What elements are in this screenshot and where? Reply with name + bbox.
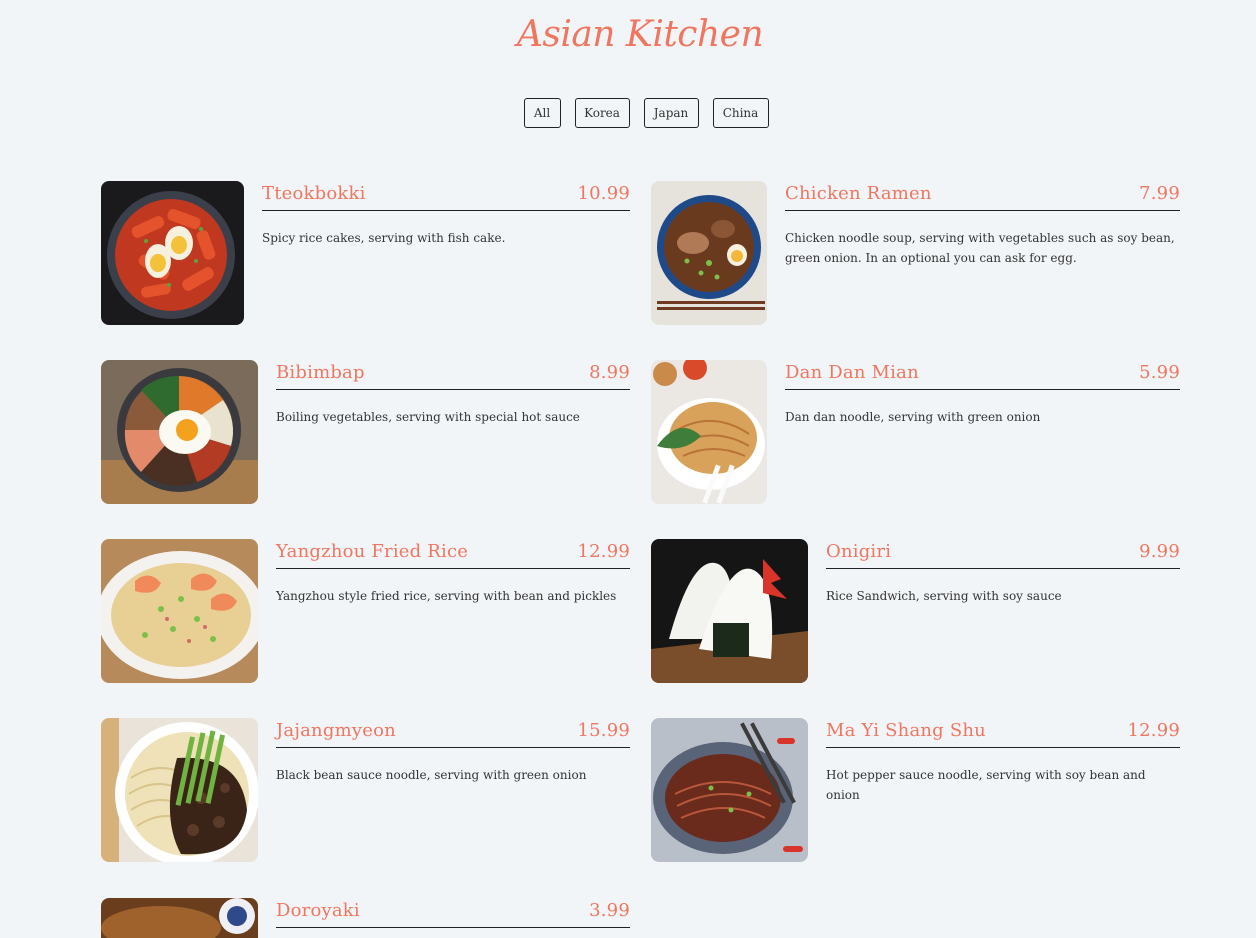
- item-description: Hot pepper sauce noodle, serving with so…: [826, 768, 1146, 802]
- item-price: 15.99: [577, 720, 630, 741]
- jajangmyeon-info: Jajangmyeon 15.99 Black bean sauce noodl…: [276, 718, 630, 785]
- item-name: Bibimbap: [276, 362, 365, 383]
- item-price: 7.99: [1139, 183, 1180, 204]
- item-name: Yangzhou Fried Rice: [276, 541, 469, 562]
- filter-korea-button[interactable]: Korea: [574, 98, 630, 128]
- dan-dan-mian-info: Dan Dan Mian 5.99 Dan dan noodle, servin…: [785, 360, 1180, 427]
- onigiri-photo: [651, 539, 808, 683]
- chicken-ramen-photo: [651, 181, 767, 325]
- item-name: Onigiri: [826, 541, 892, 562]
- item-price: 3.99: [589, 900, 630, 921]
- item-description: Boiling vegetables, serving with special…: [276, 410, 580, 424]
- doroyaki-photo: [101, 898, 258, 938]
- menu-item-yangzhou-fried-rice: Yangzhou Fried Rice 12.99 Yangzhou style…: [101, 539, 630, 683]
- item-name: Ma Yi Shang Shu: [826, 720, 986, 741]
- jajangmyeon-photo: [101, 718, 258, 862]
- item-price: 8.99: [589, 362, 630, 383]
- item-description: Chicken noodle soup, serving with vegeta…: [785, 231, 1175, 265]
- menu-item-onigiri: Onigiri 9.99 Rice Sandwich, serving with…: [651, 539, 1180, 683]
- filter-bar: All Korea Japan China: [0, 98, 1256, 128]
- item-name: Dan Dan Mian: [785, 362, 919, 383]
- item-name: Doroyaki: [276, 900, 360, 921]
- doroyaki-info: Doroyaki 3.99: [276, 898, 630, 928]
- bibimbap-photo: [101, 360, 258, 504]
- yangzhou-fried-rice-photo: [101, 539, 258, 683]
- tteokbokki-photo: [101, 181, 244, 325]
- menu-item-dan-dan-mian: Dan Dan Mian 5.99 Dan dan noodle, servin…: [651, 360, 1180, 504]
- item-name: Jajangmyeon: [276, 720, 396, 741]
- yangzhou-fried-rice-info: Yangzhou Fried Rice 12.99 Yangzhou style…: [276, 539, 630, 606]
- item-price: 12.99: [1127, 720, 1180, 741]
- item-price: 10.99: [577, 183, 630, 204]
- menu-item-tteokbokki: Tteokbokki 10.99 Spicy rice cakes, servi…: [101, 181, 630, 325]
- bibimbap-info: Bibimbap 8.99 Boiling vegetables, servin…: [276, 360, 630, 427]
- item-name: Tteokbokki: [262, 183, 366, 204]
- tteokbokki-info: Tteokbokki 10.99 Spicy rice cakes, servi…: [262, 181, 630, 248]
- item-description: Dan dan noodle, serving with green onion: [785, 410, 1041, 424]
- menu-item-jajangmyeon: Jajangmyeon 15.99 Black bean sauce noodl…: [101, 718, 630, 862]
- onigiri-info: Onigiri 9.99 Rice Sandwich, serving with…: [826, 539, 1180, 606]
- item-name: Chicken Ramen: [785, 183, 932, 204]
- filter-all-button[interactable]: All: [523, 98, 561, 128]
- item-description: Black bean sauce noodle, serving with gr…: [276, 768, 587, 782]
- item-price: 5.99: [1139, 362, 1180, 383]
- filter-japan-button[interactable]: Japan: [643, 98, 699, 128]
- menu-item-doroyaki: Doroyaki 3.99: [101, 898, 630, 938]
- menu-item-bibimbap: Bibimbap 8.99 Boiling vegetables, servin…: [101, 360, 630, 504]
- menu-item-chicken-ramen: Chicken Ramen 7.99 Chicken noodle soup, …: [651, 181, 1180, 325]
- chicken-ramen-info: Chicken Ramen 7.99 Chicken noodle soup, …: [785, 181, 1180, 268]
- dan-dan-mian-photo: [651, 360, 767, 504]
- ma-yi-shang-shu-info: Ma Yi Shang Shu 12.99 Hot pepper sauce n…: [826, 718, 1180, 805]
- item-description: Spicy rice cakes, serving with fish cake…: [262, 231, 506, 245]
- menu-item-ma-yi-shang-shu: Ma Yi Shang Shu 12.99 Hot pepper sauce n…: [651, 718, 1180, 862]
- item-price: 12.99: [577, 541, 630, 562]
- item-description: Rice Sandwich, serving with soy sauce: [826, 589, 1062, 603]
- ma-yi-shang-shu-photo: [651, 718, 808, 862]
- page-title: Asian Kitchen: [516, 14, 764, 55]
- item-price: 9.99: [1139, 541, 1180, 562]
- item-description: Yangzhou style fried rice, serving with …: [276, 589, 617, 603]
- filter-china-button[interactable]: China: [712, 98, 769, 128]
